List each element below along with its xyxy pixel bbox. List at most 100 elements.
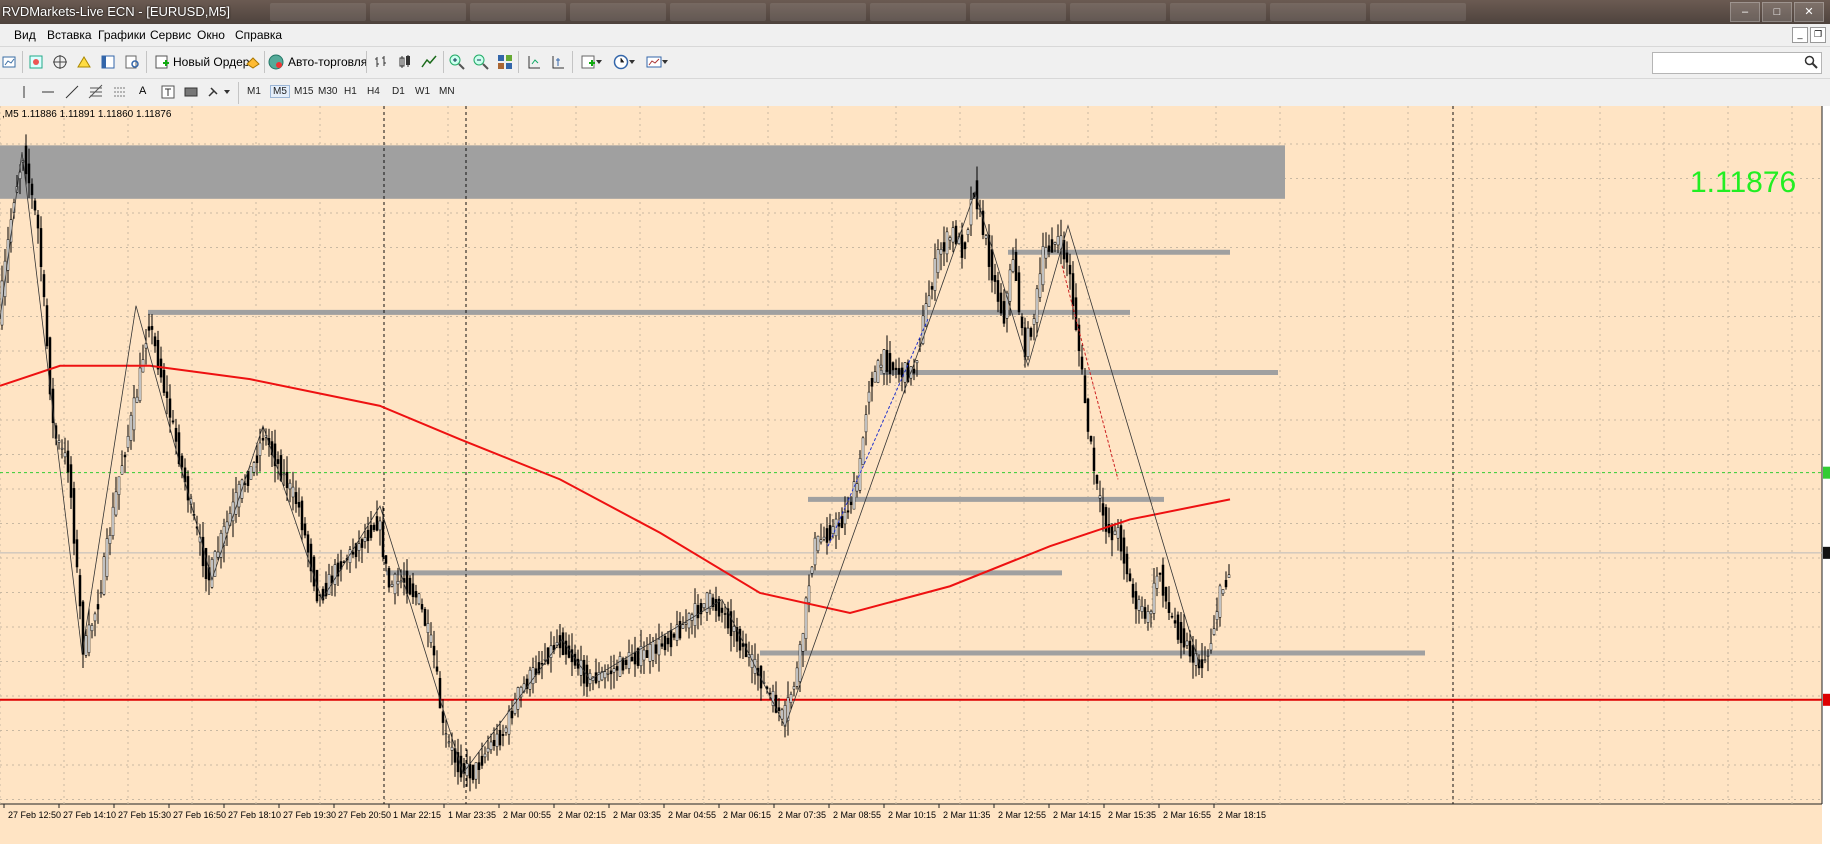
templates-dropdown-icon[interactable] [660,52,670,72]
candle-body [471,764,475,780]
time-axis-label: 2 Mar 02:15 [558,810,606,820]
tile-windows-icon[interactable] [495,52,515,72]
periods-dropdown-icon[interactable] [627,52,637,72]
candle-body [1182,628,1186,648]
candle-body [216,551,220,558]
arrows-dropdown-icon[interactable] [222,82,232,102]
profiles-icon[interactable] [26,52,46,72]
timeframe-h4[interactable]: H4 [367,86,380,97]
candle-body [123,454,127,458]
chart-canvas[interactable]: 27 Feb 12:50 27 Feb 14:10 27 Feb 15:30 27 F… [0,106,1830,844]
candle-body [153,336,157,347]
strategy-tester-icon[interactable] [122,52,142,72]
candle-body [468,763,472,779]
candle-body [729,611,733,637]
candle-body [117,476,121,495]
new-order-button[interactable]: Новый Ордер [173,55,249,69]
text-icon[interactable]: A [139,85,146,97]
timeframe-d1[interactable]: D1 [392,86,405,97]
chart-shift-icon[interactable] [524,52,544,72]
candle-body [366,529,370,542]
candle-body [408,577,412,595]
new-order-icon[interactable] [152,52,172,72]
timeframe-h1[interactable]: H1 [344,86,357,97]
menu-service[interactable]: Сервис [150,28,191,42]
metaeditor-icon[interactable] [243,52,263,72]
timeframe-mn[interactable]: MN [439,86,455,97]
line-chart-icon[interactable] [419,52,439,72]
candle-body [27,163,31,184]
candle-body [504,727,508,733]
autotrading-icon[interactable] [266,52,286,72]
candle-body [57,440,61,443]
mdi-minimize-button[interactable]: _ [1792,27,1808,43]
timeframe-m1[interactable]: M1 [247,86,261,97]
maximize-button[interactable]: □ [1762,2,1792,22]
menu-help[interactable]: Справка [235,28,282,42]
minimize-button[interactable]: – [1730,2,1760,22]
candle-body [306,534,310,553]
equidistant-channel-icon[interactable] [110,82,130,102]
time-axis-label: 2 Mar 15:35 [1108,810,1156,820]
indicators-dropdown-icon[interactable] [594,52,604,72]
candle-body [384,555,388,564]
candle-body [1050,239,1054,253]
candle-body [102,556,106,595]
menu-insert[interactable]: Вставка [47,28,92,42]
candle-body [945,231,949,255]
autotrading-button[interactable]: Авто-торговля [288,55,367,69]
zoom-in-icon[interactable] [447,52,467,72]
horizontal-line-icon[interactable] [38,82,58,102]
candle-body [126,435,130,448]
timeframe-w1[interactable]: W1 [415,86,430,97]
price-chart[interactable]: 27 Feb 12:50 27 Feb 14:10 27 Feb 15:30 27 F… [0,106,1830,844]
candle-body [801,633,805,652]
candle-body [561,632,565,655]
navigator-icon[interactable] [98,52,118,72]
candle-body [930,286,934,290]
zoom-out-icon[interactable] [471,52,491,72]
close-button[interactable]: ✕ [1794,2,1824,22]
candlestick-chart-icon[interactable] [395,52,415,72]
candle-body [564,640,568,655]
candle-body [627,652,631,669]
auto-scroll-icon[interactable] [548,52,568,72]
new-chart-icon[interactable] [0,52,20,72]
candle-body [297,501,301,508]
candle-body [204,548,208,579]
timeframe-m5[interactable]: M5 [270,85,290,98]
candle-body [807,585,811,603]
crosshair-icon[interactable] [50,52,70,72]
search-input[interactable] [1652,52,1822,74]
vertical-line-icon[interactable] [14,82,34,102]
candle-body [1056,236,1060,246]
bar-chart-icon[interactable] [371,52,391,72]
candle-body [1191,645,1195,663]
trendline-icon[interactable] [62,82,82,102]
candle-body [387,568,391,588]
mdi-restore-button[interactable]: ❐ [1810,27,1826,43]
candle-body [1116,527,1120,539]
search-icon[interactable] [1804,55,1818,72]
candle-body [555,642,559,646]
candle-body [684,622,688,625]
candle-body [942,242,946,252]
candle-body [1215,611,1219,620]
text-label-icon[interactable] [158,82,178,102]
candle-body [1041,246,1045,286]
market-watch-icon[interactable] [74,52,94,72]
candle-body [363,537,367,542]
menu-charts[interactable]: Графики [98,28,146,42]
candle-body [882,349,886,374]
candle-body [351,551,355,555]
menu-view[interactable]: Вид [14,28,36,42]
fibonacci-icon[interactable] [86,82,106,102]
timeframe-m30[interactable]: M30 [318,86,337,97]
candle-body [369,525,373,538]
candle-body [492,740,496,746]
rectangle-icon[interactable] [181,82,201,102]
timeframe-m15[interactable]: M15 [294,86,313,97]
menu-window[interactable]: Окно [197,28,225,42]
time-axis-label: 2 Mar 14:15 [1053,810,1101,820]
candle-body [1203,659,1207,661]
